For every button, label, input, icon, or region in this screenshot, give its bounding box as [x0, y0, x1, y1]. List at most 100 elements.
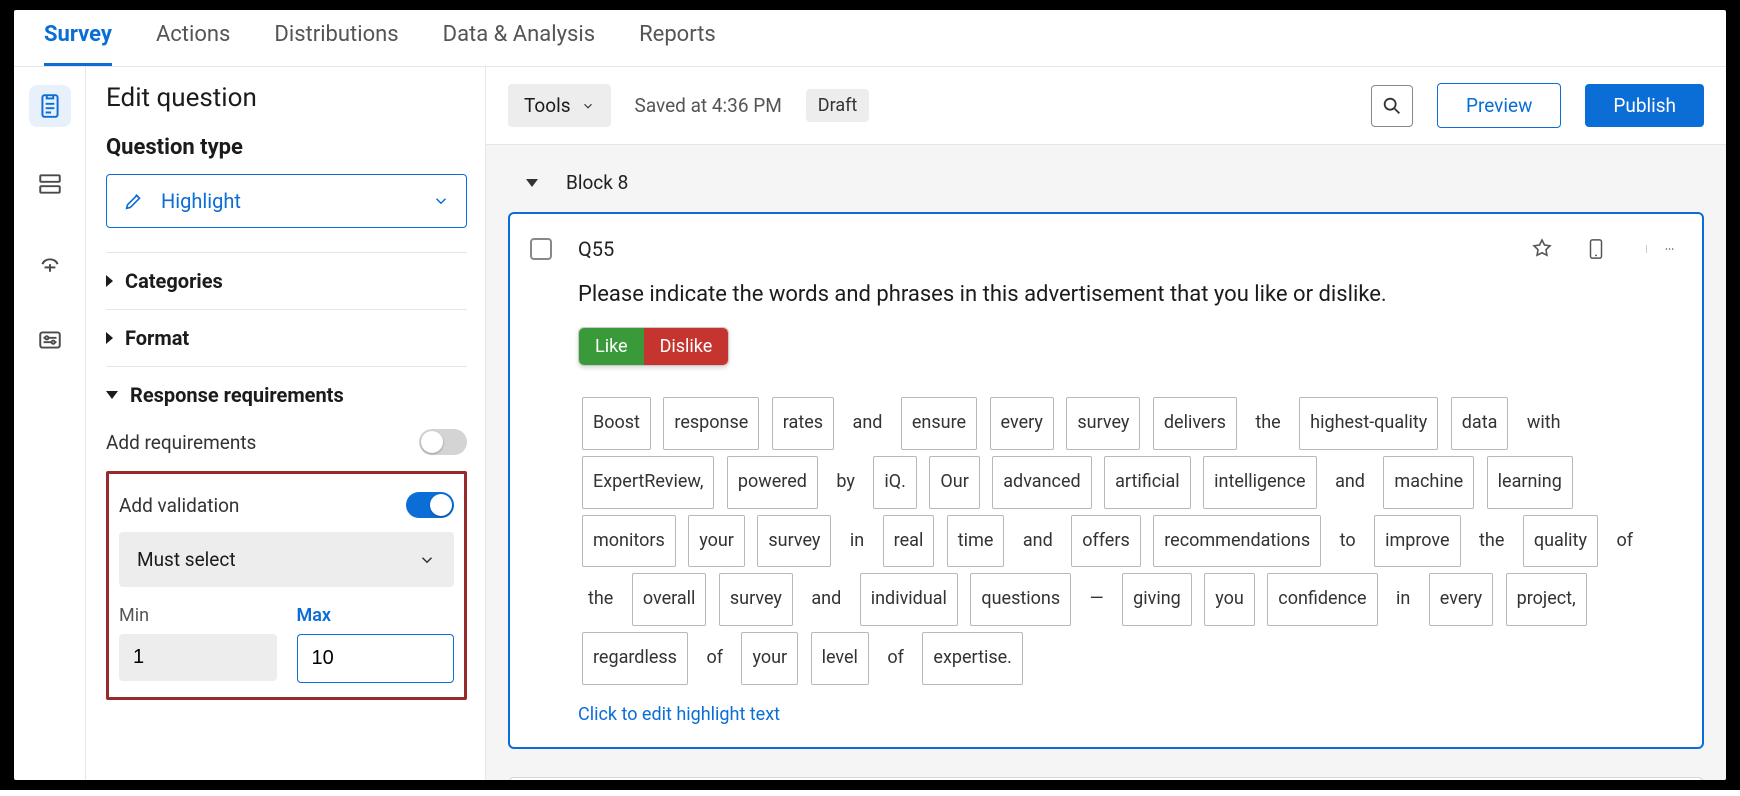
highlight-token[interactable]: every [990, 397, 1054, 450]
preview-button[interactable]: Preview [1437, 83, 1561, 128]
highlight-token[interactable]: Our [929, 456, 979, 509]
highlight-token[interactable]: you [1204, 573, 1255, 626]
highlight-token[interactable]: your [741, 632, 798, 685]
plain-word: to [1332, 516, 1364, 567]
highlight-token[interactable]: quality [1523, 515, 1598, 568]
question-more-icon[interactable] [1646, 245, 1674, 253]
rail-options-icon[interactable] [29, 319, 71, 361]
caret-right-icon [106, 332, 113, 344]
plain-word: in [842, 516, 872, 567]
highlight-token[interactable]: regardless [582, 632, 688, 685]
add-validation-toggle[interactable] [406, 492, 454, 518]
highlight-token[interactable]: project, [1506, 573, 1587, 626]
highlight-token[interactable]: expertise. [922, 632, 1023, 685]
plain-word: the [580, 574, 621, 625]
tab-actions[interactable]: Actions [156, 22, 230, 66]
highlight-icon [123, 190, 145, 212]
question-card-q55[interactable]: Q55 Please indicat [508, 212, 1704, 749]
plain-word: the [1471, 516, 1512, 567]
highlight-token[interactable]: machine [1383, 456, 1474, 509]
question-type-select[interactable]: Highlight [106, 174, 467, 228]
block-collapse-icon[interactable] [526, 179, 538, 187]
plain-word: — [1082, 574, 1112, 625]
question-prompt[interactable]: Please indicate the words and phrases in… [578, 282, 1674, 307]
rail-look-icon[interactable] [29, 241, 71, 283]
highlight-token[interactable]: Boost [582, 397, 651, 450]
add-validation-label: Add validation [119, 494, 239, 517]
highlight-token[interactable]: survey [1066, 397, 1140, 450]
highlight-token[interactable]: highest-quality [1299, 397, 1438, 450]
section-format[interactable]: Format [106, 309, 467, 366]
tools-dropdown[interactable]: Tools [508, 84, 611, 127]
question-select-checkbox[interactable] [530, 238, 552, 260]
highlight-token[interactable]: overall [632, 573, 707, 626]
highlight-token[interactable]: rates [772, 397, 834, 450]
highlight-token[interactable]: survey [719, 573, 793, 626]
highlight-token[interactable]: questions [970, 573, 1071, 626]
rail-build-icon[interactable] [29, 85, 71, 127]
tab-distributions[interactable]: Distributions [274, 22, 398, 66]
plain-word: of [698, 633, 731, 684]
edit-highlight-link[interactable]: Click to edit highlight text [578, 704, 1674, 725]
highlight-token[interactable]: learning [1487, 456, 1573, 509]
max-input[interactable] [297, 634, 455, 683]
min-input[interactable] [119, 634, 277, 681]
tools-label: Tools [524, 94, 571, 117]
plain-word: of [879, 633, 912, 684]
rail-flow-icon[interactable] [29, 163, 71, 205]
highlight-token[interactable]: data [1451, 397, 1509, 450]
search-button[interactable] [1371, 85, 1413, 127]
category-dislike[interactable]: Dislike [644, 328, 729, 365]
plain-word: of [1608, 516, 1641, 567]
add-requirements-toggle[interactable] [419, 429, 467, 455]
highlight-token[interactable]: intelligence [1203, 456, 1316, 509]
left-rail [14, 67, 86, 780]
caret-right-icon [106, 275, 113, 287]
highlight-token[interactable]: offers [1071, 515, 1141, 568]
highlight-tokens: Boost response rates and ensure every su… [578, 394, 1674, 688]
section-response-requirements[interactable]: Response requirements [106, 366, 467, 423]
tab-survey[interactable]: Survey [44, 22, 112, 66]
highlight-token[interactable]: delivers [1153, 397, 1237, 450]
plain-word: and [1327, 457, 1373, 508]
draft-badge: Draft [806, 89, 870, 122]
highlight-token[interactable]: advanced [992, 456, 1091, 509]
highlight-token[interactable]: ensure [901, 397, 977, 450]
tab-reports[interactable]: Reports [639, 22, 716, 66]
highlight-token[interactable]: iQ. [873, 456, 917, 509]
validation-type-value: Must select [137, 548, 236, 571]
highlight-token[interactable]: recommendations [1153, 515, 1321, 568]
question-card-q56[interactable]: Q56 [508, 777, 1704, 780]
plain-word: in [1388, 574, 1418, 625]
expertreview-icon[interactable] [1528, 237, 1556, 261]
saved-status: Saved at 4:36 PM [635, 94, 782, 117]
publish-button[interactable]: Publish [1585, 84, 1704, 127]
plain-word: and [845, 398, 891, 449]
category-like[interactable]: Like [579, 328, 644, 365]
highlight-token[interactable]: response [663, 397, 759, 450]
mobile-preview-icon[interactable] [1582, 236, 1610, 262]
canvas: Block 8 Q55 [486, 145, 1726, 780]
highlight-token[interactable]: individual [860, 573, 958, 626]
highlight-token[interactable]: confidence [1267, 573, 1377, 626]
tab-data-analysis[interactable]: Data & Analysis [443, 22, 595, 66]
highlight-token[interactable]: ExpertReview, [582, 456, 714, 509]
add-requirements-label: Add requirements [106, 431, 256, 454]
highlight-token[interactable]: real [883, 515, 935, 568]
validation-type-select[interactable]: Must select [119, 532, 454, 587]
highlight-token[interactable]: level [811, 632, 869, 685]
plain-word: by [828, 457, 863, 508]
highlight-token[interactable]: survey [757, 515, 831, 568]
highlight-token[interactable]: your [688, 515, 745, 568]
section-categories[interactable]: Categories [106, 252, 467, 309]
highlight-token[interactable]: powered [727, 456, 818, 509]
highlight-token[interactable]: artificial [1104, 456, 1191, 509]
highlight-token[interactable]: time [947, 515, 1005, 568]
block-name[interactable]: Block 8 [566, 171, 628, 194]
highlight-token[interactable]: improve [1374, 515, 1460, 568]
highlight-token[interactable]: giving [1122, 573, 1192, 626]
highlight-token[interactable]: every [1429, 573, 1493, 626]
plain-word: with [1519, 398, 1569, 449]
highlight-token[interactable]: monitors [582, 515, 676, 568]
max-label: Max [297, 605, 455, 626]
